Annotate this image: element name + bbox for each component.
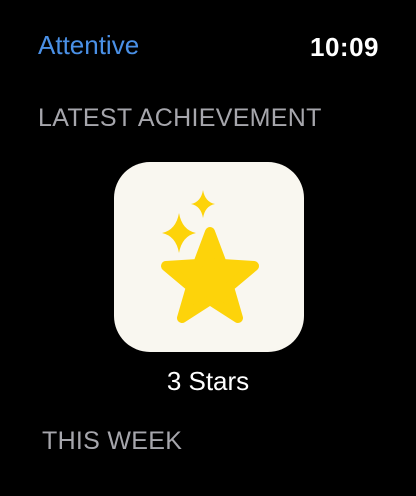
latest-achievement-heading: LATEST ACHIEVEMENT (38, 104, 322, 132)
clock: 10:09 (310, 32, 379, 62)
status-bar: Attentive 10:09 (0, 0, 416, 90)
stars-icon (161, 190, 259, 323)
small-sparkle-icon (191, 190, 215, 218)
achievement-tile[interactable] (114, 162, 304, 352)
app-title[interactable]: Attentive (38, 28, 139, 62)
medium-sparkle-icon (162, 213, 196, 253)
this-week-heading: THIS WEEK (42, 427, 183, 455)
achievement-name: 3 Stars (166, 366, 250, 396)
